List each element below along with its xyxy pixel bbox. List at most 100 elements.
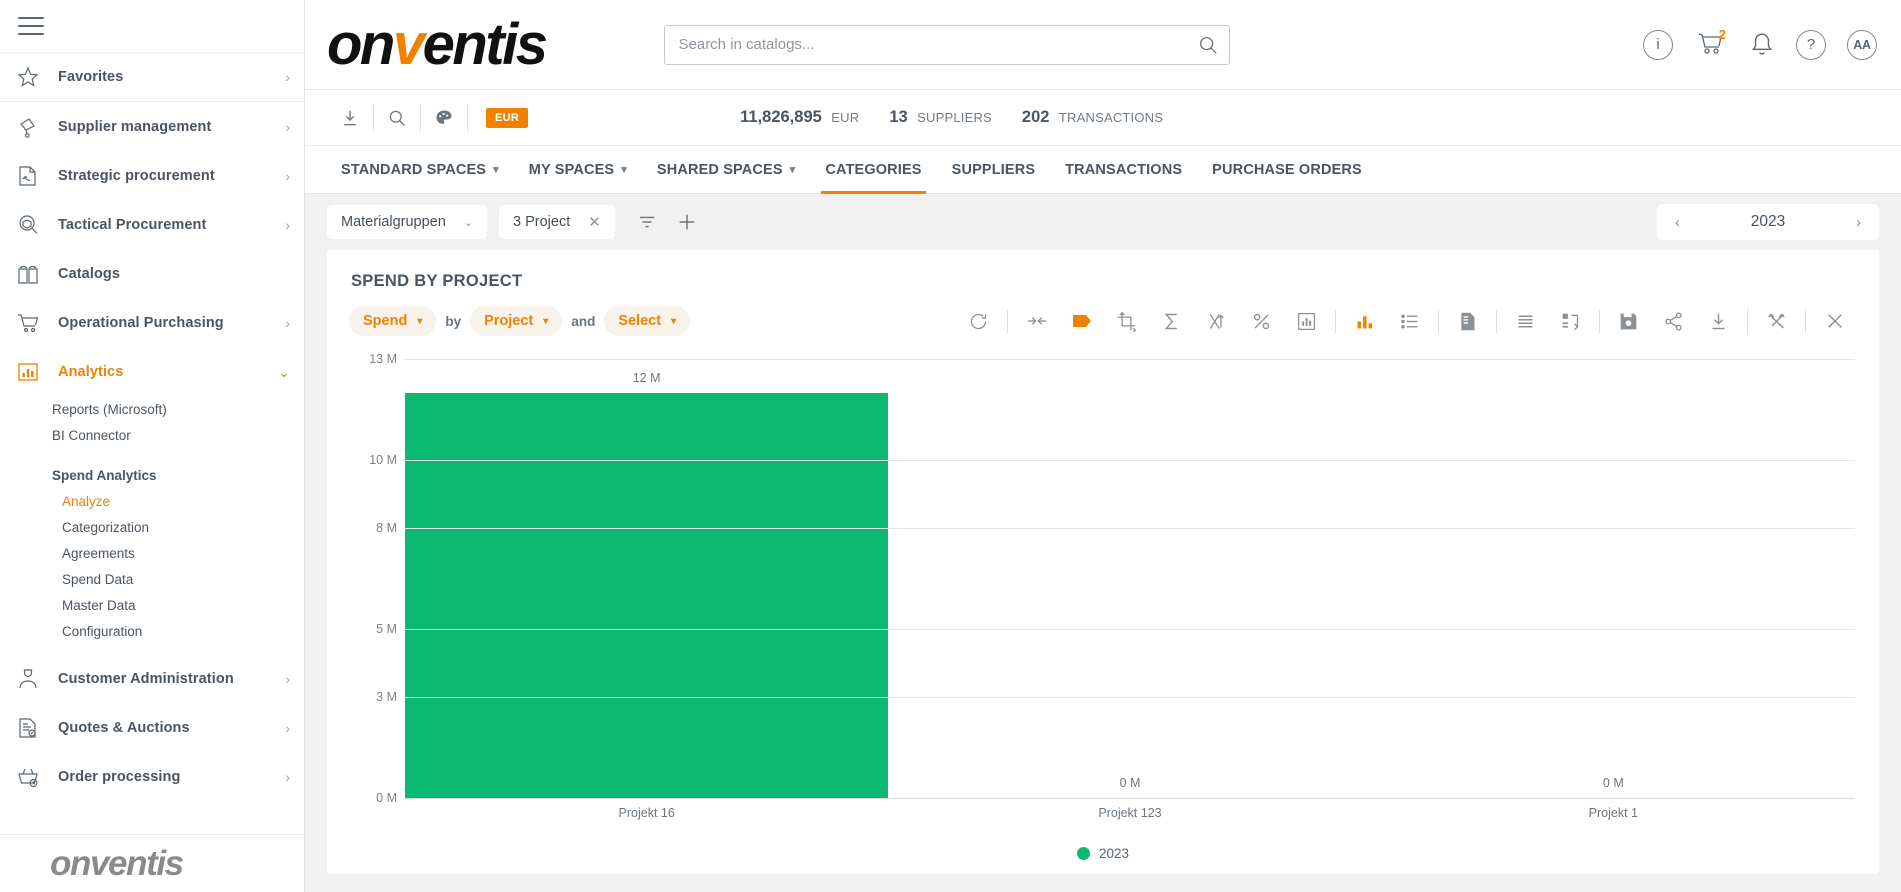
sidebar-item-operational-purchasing[interactable]: Operational Purchasing ›: [0, 298, 304, 347]
list-view-icon[interactable]: [1387, 304, 1432, 338]
sidebar-subitem-categorization[interactable]: Categorization: [0, 514, 304, 540]
cart-icon: [16, 311, 50, 335]
collapse-arrows-icon[interactable]: [1014, 304, 1059, 338]
sort-disabled-icon[interactable]: [1194, 304, 1239, 338]
help-icon[interactable]: ?: [1796, 30, 1826, 60]
sidebar-item-label: Analytics: [50, 364, 278, 380]
catalog-search-box[interactable]: [664, 25, 1230, 65]
download-icon[interactable]: [1696, 304, 1741, 338]
bar-column[interactable]: 0 M: [888, 359, 1371, 798]
download-icon[interactable]: [327, 100, 373, 136]
chevron-right-icon: ›: [285, 721, 290, 735]
supplier-icon: [16, 115, 50, 139]
sidebar-subitem-master-data[interactable]: Master Data: [0, 592, 304, 618]
sum-sigma-icon[interactable]: [1149, 304, 1194, 338]
bar-chart-view-icon[interactable]: [1342, 304, 1387, 338]
sidebar-item-analytics[interactable]: Analytics ⌄: [0, 347, 304, 396]
divider: [1599, 309, 1600, 333]
chart-controls: Spend ▾ by Project ▾ and Select ▾: [329, 297, 1877, 345]
search-input[interactable]: [679, 36, 1197, 53]
chevron-right-icon: ›: [285, 169, 290, 183]
sidebar-subgroup-spend-analytics[interactable]: Spend Analytics: [0, 462, 304, 488]
search-icon[interactable]: [374, 100, 420, 136]
tab-standard-spaces[interactable]: STANDARD SPACES ▾: [327, 146, 513, 194]
stat-transactions: 202 TRANSACTIONS: [1022, 108, 1163, 127]
dimension-label: Project: [484, 313, 533, 329]
tab-shared-spaces[interactable]: SHARED SPACES ▾: [643, 146, 809, 194]
tab-label: TRANSACTIONS: [1065, 162, 1182, 178]
sidebar-item-favorites[interactable]: Favorites ›: [0, 53, 304, 102]
chart-legend: 2023: [351, 832, 1855, 874]
save-icon[interactable]: [1606, 304, 1651, 338]
sidebar-subitem-spend-data[interactable]: Spend Data: [0, 566, 304, 592]
sidebar-item-catalogs[interactable]: Catalogs: [0, 249, 304, 298]
chevron-down-icon[interactable]: ⌄: [464, 216, 473, 229]
sidebar-item-order-processing[interactable]: Order processing ›: [0, 752, 304, 801]
percent-icon[interactable]: [1239, 304, 1284, 338]
document-icon[interactable]: [1445, 304, 1490, 338]
tools-icon[interactable]: [1754, 304, 1799, 338]
tab-purchase-orders[interactable]: PURCHASE ORDERS: [1198, 146, 1376, 194]
lines-icon[interactable]: [1503, 304, 1548, 338]
transpose-icon[interactable]: [1548, 304, 1593, 338]
sidebar-item-strategic-procurement[interactable]: Strategic procurement ›: [0, 151, 304, 200]
next-year-button[interactable]: ›: [1856, 214, 1861, 231]
cart-icon[interactable]: 2: [1694, 30, 1728, 60]
search-icon[interactable]: [1197, 34, 1219, 56]
measure-selector[interactable]: Spend ▾: [349, 306, 436, 336]
filter-icon[interactable]: [627, 205, 667, 239]
divider: [1747, 309, 1748, 333]
sidebar-item-label: Favorites: [50, 69, 285, 85]
bar-value-label: 12 M: [405, 371, 888, 385]
divider: [1007, 309, 1008, 333]
sidebar-subitem-agreements[interactable]: Agreements: [0, 540, 304, 566]
close-icon[interactable]: [1812, 304, 1857, 338]
close-icon[interactable]: ✕: [588, 213, 601, 231]
plus-icon[interactable]: [667, 205, 707, 239]
filter-chip-materialgruppen[interactable]: Materialgruppen ⌄: [327, 205, 487, 239]
sidebar-item-label: Supplier management: [50, 119, 285, 135]
share-icon[interactable]: [1651, 304, 1696, 338]
avatar[interactable]: AA: [1847, 30, 1877, 60]
tab-suppliers[interactable]: SUPPLIERS: [938, 146, 1050, 194]
bar[interactable]: 12 M: [405, 393, 888, 798]
bar-column[interactable]: 0 M: [1372, 359, 1855, 798]
sidebar-subitem-configuration[interactable]: Configuration: [0, 618, 304, 644]
chart-bars: 12 M0 M0 M: [405, 359, 1855, 798]
sidebar-item-label: Tactical Procurement: [50, 217, 285, 233]
refresh-icon[interactable]: [956, 304, 1001, 338]
logo-text-on: on: [327, 12, 393, 77]
legend-label[interactable]: 2023: [1099, 846, 1129, 861]
filter-chip-project[interactable]: 3 Project ✕: [499, 205, 615, 239]
year-selector[interactable]: ‹ 2023 ›: [1657, 204, 1879, 240]
sidebar-item-tactical-procurement[interactable]: Tactical Procurement ›: [0, 200, 304, 249]
info-icon[interactable]: i: [1643, 30, 1673, 60]
sidebar-subitem-bi-connector[interactable]: BI Connector: [0, 422, 304, 448]
palette-icon[interactable]: [421, 100, 467, 136]
sidebar-item-supplier-management[interactable]: Supplier management ›: [0, 102, 304, 151]
tab-categories[interactable]: CATEGORIES: [811, 146, 935, 194]
sidebar-item-quotes-auctions[interactable]: Quotes & Auctions ›: [0, 703, 304, 752]
secondary-selector[interactable]: Select ▾: [604, 306, 690, 336]
crop-icon[interactable]: [1104, 304, 1149, 338]
sidebar-item-customer-administration[interactable]: Customer Administration ›: [0, 654, 304, 703]
sidebar-item-label: Strategic procurement: [50, 168, 285, 184]
tab-my-spaces[interactable]: MY SPACES ▾: [515, 146, 641, 194]
prev-year-button[interactable]: ‹: [1675, 214, 1680, 231]
divider: [467, 105, 468, 131]
sidebar-subitem-reports-microsoft[interactable]: Reports (Microsoft): [0, 396, 304, 422]
tab-transactions[interactable]: TRANSACTIONS: [1051, 146, 1196, 194]
bell-icon[interactable]: [1749, 31, 1775, 59]
chart-grid: 12 M0 M0 M: [405, 359, 1855, 798]
sidebar-item-label: Quotes & Auctions: [50, 720, 285, 736]
bar-column[interactable]: 12 M: [405, 359, 888, 798]
currency-chip[interactable]: EUR: [486, 108, 528, 128]
sidebar-subitem-analyze[interactable]: Analyze: [0, 488, 304, 514]
chart-box-icon[interactable]: [1284, 304, 1329, 338]
tag-icon[interactable]: [1059, 304, 1104, 338]
user-admin-icon: [16, 667, 50, 691]
dimension-selector[interactable]: Project ▾: [470, 306, 562, 336]
onventis-logo[interactable]: onventis: [327, 16, 546, 74]
stats-toolbar: EUR 11,826,895 EUR 13 SUPPLIERS 202 TRAN…: [305, 90, 1901, 146]
hamburger-icon[interactable]: [18, 17, 44, 35]
